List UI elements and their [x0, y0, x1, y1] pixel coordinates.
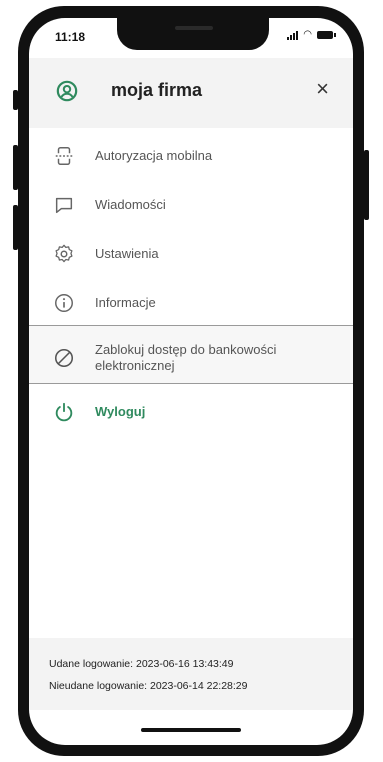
menu-item-block-access[interactable]: Zablokuj dostęp do bankowości elektronic… — [29, 332, 353, 384]
block-icon — [54, 348, 74, 368]
menu-item-mobile-auth[interactable]: Autoryzacja mobilna — [29, 136, 353, 176]
speaker — [175, 26, 213, 30]
close-icon: × — [316, 76, 329, 101]
menu-item-info[interactable]: Informacje — [29, 283, 353, 323]
side-button-left-1 — [13, 90, 18, 110]
status-time: 11:18 — [55, 30, 86, 44]
info-icon — [55, 294, 73, 312]
notch — [117, 18, 269, 50]
menu-item-label: Ustawienia — [95, 246, 159, 261]
menu-item-messages[interactable]: Wiadomości — [29, 185, 353, 225]
page-title: moja firma — [111, 80, 203, 100]
wifi-icon: ◠ — [303, 29, 312, 40]
menu-item-label: Wyloguj — [95, 404, 146, 419]
menu-item-settings[interactable]: Ustawienia — [29, 234, 353, 274]
side-button-right — [364, 150, 369, 220]
battery-icon — [317, 31, 336, 39]
side-button-left-3 — [13, 205, 18, 250]
failed-login-text: Nieudane logowanie: 2023-06-14 22:28:29 — [49, 680, 248, 692]
side-button-left-2 — [13, 145, 18, 190]
menu-item-label: Autoryzacja mobilna — [95, 148, 213, 163]
menu-item-label: Zablokuj dostęp do bankowości elektronic… — [95, 342, 277, 373]
status-icons: ◠ — [287, 29, 336, 40]
mobile-auth-icon — [55, 147, 73, 165]
app-screen: 11:18 ◠ moja firma × Autoryzacja mobilna… — [29, 18, 353, 745]
signal-icon — [287, 30, 299, 40]
menu-item-logout[interactable]: Wyloguj — [29, 392, 353, 432]
successful-login-text: Udane logowanie: 2023-06-16 13:43:49 — [49, 658, 234, 670]
close-button[interactable]: × — [316, 78, 329, 100]
power-icon — [55, 402, 73, 422]
menu-header: moja firma × — [29, 58, 353, 128]
user-icon — [56, 80, 78, 102]
message-icon — [55, 197, 73, 214]
login-info: Udane logowanie: 2023-06-16 13:43:49 Nie… — [29, 638, 353, 710]
menu-item-label: Informacje — [95, 295, 156, 310]
menu-item-label: Wiadomości — [95, 197, 166, 212]
home-indicator[interactable] — [141, 728, 241, 732]
gear-icon — [55, 244, 73, 263]
